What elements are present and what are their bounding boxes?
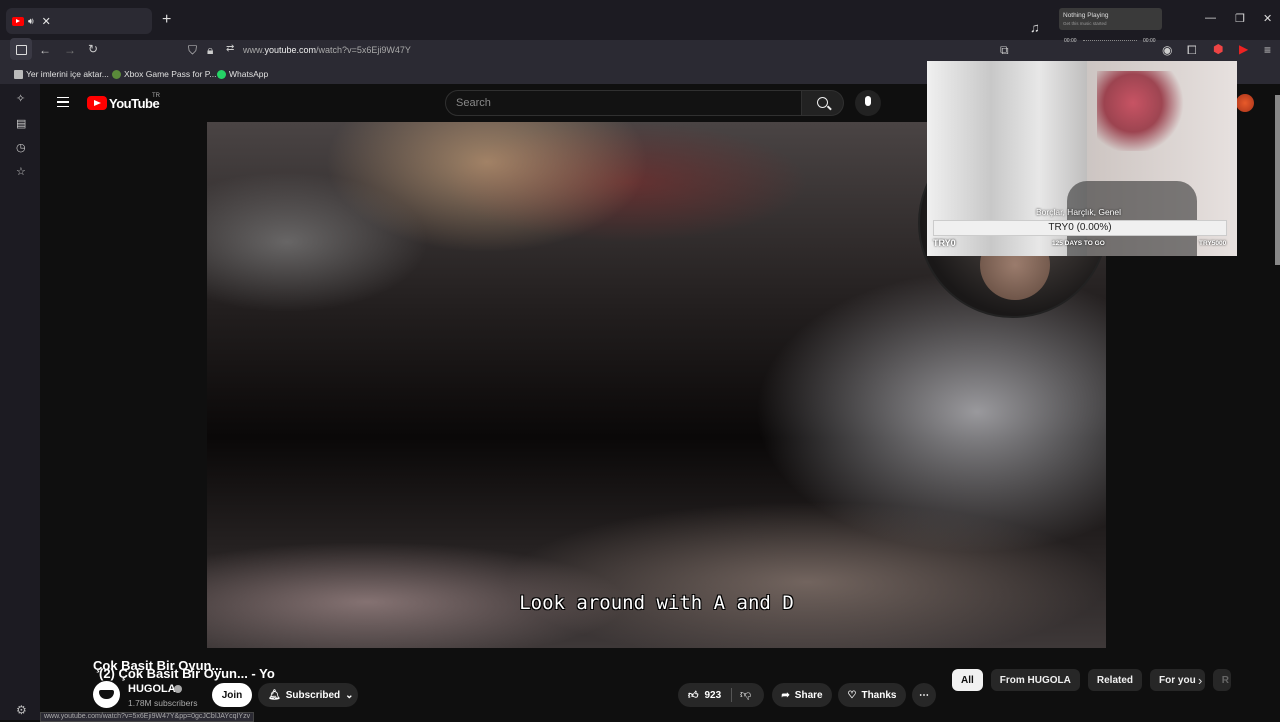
subscribed-label: Subscribed (285, 689, 341, 701)
close-window-icon[interactable]: ✕ (1263, 12, 1272, 25)
menu-icon[interactable]: ≡ (1264, 43, 1271, 57)
page-scrollbar[interactable] (1275, 95, 1280, 265)
restore-icon[interactable]: ❐ (1235, 12, 1245, 25)
bookmark-whatsapp[interactable]: WhatsApp (217, 69, 268, 79)
chip-for-you[interactable]: For you (1150, 669, 1205, 691)
music-note-icon[interactable]: ♫ (1030, 20, 1040, 35)
video-title: Çok Basit Bir Oyun... (93, 658, 223, 673)
chip-cut-off[interactable]: R (1212, 669, 1231, 691)
bookmark-label: WhatsApp (229, 69, 269, 79)
browser-tab-youtube[interactable]: 🔊︎ (2) Çok Basit Bir Oyun... - Yo ✕ (6, 8, 275, 681)
channel-name[interactable]: HUGOLA (128, 683, 176, 695)
dislike-button[interactable]: 👎︎ (740, 688, 751, 701)
music-progress-bar[interactable] (1083, 40, 1137, 42)
like-count: 923 (704, 689, 722, 701)
chip-related[interactable]: Related (1087, 669, 1143, 691)
bookmark-label: Xbox Game Pass for P... (124, 69, 217, 79)
channel-avatar[interactable] (93, 681, 120, 708)
tab-close-icon[interactable]: ✕ (42, 15, 51, 28)
url-domain: youtube.com (264, 45, 317, 55)
youtube-logo-icon[interactable] (87, 96, 107, 110)
music-widget[interactable]: Nothing Playing Get this music started (1059, 8, 1162, 30)
ai-sparkle-icon[interactable]: ✧ (16, 92, 25, 105)
xbox-icon (112, 69, 121, 79)
shield-icon[interactable]: ⛉ (188, 43, 197, 58)
donation-goal-bar: TRY0 (0.00%) (933, 220, 1227, 236)
chip-from-channel[interactable]: From HUGOLA (990, 669, 1080, 691)
synced-tabs-icon[interactable]: ▤ (16, 117, 26, 130)
region-code: TR (152, 93, 160, 99)
painting-background (1097, 71, 1187, 151)
sidebar-toggle-icon[interactable] (10, 38, 32, 60)
thanks-icon: ♡ (847, 689, 857, 701)
like-divider (731, 688, 732, 702)
whatsapp-icon (217, 69, 226, 79)
url-prefix: www. (243, 45, 265, 55)
voice-search-icon[interactable] (855, 90, 881, 116)
extensions-icon[interactable]: ⧠ (1187, 43, 1197, 58)
video-subtitle: Look around with A and D (519, 592, 794, 614)
youtube-addon-icon[interactable]: ▶ (1239, 42, 1248, 56)
import-icon (14, 69, 23, 79)
user-avatar[interactable] (1236, 94, 1254, 112)
account-icon[interactable]: ◉ (1162, 43, 1172, 57)
reload-icon[interactable]: ↻ (88, 42, 98, 56)
permissions-icon[interactable]: ⇄ (226, 43, 234, 54)
settings-gear-icon[interactable]: ⚙ (16, 703, 27, 717)
donation-goal-target: TRY5000 (1199, 240, 1227, 247)
share-label: Share (794, 689, 823, 701)
youtube-favicon-icon (12, 16, 24, 26)
forward-icon[interactable]: → (64, 43, 76, 57)
chip-all[interactable]: All (952, 669, 983, 691)
thumbs-up-icon: 👍︎ (688, 690, 699, 701)
donation-goal-current: TRY0 (933, 238, 956, 248)
hamburger-menu-icon[interactable] (57, 97, 69, 107)
subscribed-button[interactable]: 🔔︎ Subscribed ⌄ (258, 683, 358, 707)
search-button[interactable] (802, 90, 844, 116)
picture-in-picture-icon[interactable]: ⧉ (1000, 43, 1009, 58)
speaker-icon[interactable]: 🔊︎ (28, 16, 34, 27)
back-icon[interactable]: ← (39, 43, 51, 57)
join-button[interactable]: Join (212, 683, 252, 707)
bell-icon: 🔔︎ (268, 689, 281, 701)
url-bar[interactable]: www.youtube.com/watch?v=5x6Eji9W47Y (243, 45, 411, 55)
search-input[interactable]: Search (445, 90, 802, 116)
bookmarks-star-icon[interactable]: ☆ (16, 165, 26, 178)
url-path: /watch?v=5x6Eji9W47Y (316, 45, 411, 55)
minimize-icon[interactable]: — (1205, 12, 1216, 24)
more-actions-button[interactable]: ⋯ (912, 683, 936, 707)
history-icon[interactable]: ◷ (16, 141, 26, 154)
share-button[interactable]: ➦ Share (772, 683, 832, 707)
addon-icon[interactable]: ⬢ (1213, 42, 1223, 56)
bookmark-import[interactable]: Yer imlerini içe aktar... (14, 69, 109, 79)
verified-icon (174, 685, 182, 693)
chevron-right-icon[interactable]: › (1198, 673, 1202, 688)
chevron-down-icon: ⌄ (345, 689, 354, 701)
browser-sidebar: ✧ ▤ ◷ ☆ (0, 84, 40, 720)
music-title: Nothing Playing (1063, 12, 1109, 19)
bookmark-label: Yer imlerini içe aktar... (26, 69, 109, 79)
donation-goal-title: Borçlar, Harçlık, Genel (1036, 207, 1122, 217)
share-icon: ➦ (781, 689, 790, 701)
status-url: www.youtube.com/watch?v=5x6Eji9W47Y&pp=0… (40, 712, 255, 722)
thanks-button[interactable]: ♡ Thanks (838, 683, 906, 707)
new-tab-button[interactable]: + (162, 11, 171, 29)
thanks-label: Thanks (861, 689, 897, 701)
music-subtitle: Get this music started (1063, 21, 1107, 26)
related-chips: All From HUGOLA Related For you R (952, 669, 1231, 693)
music-time-end: 00:00 (1143, 38, 1156, 44)
bookmark-xbox[interactable]: Xbox Game Pass for P... (112, 69, 216, 79)
music-time-start: 00:00 (1064, 38, 1077, 44)
subscriber-count: 1.78M subscribers (128, 698, 198, 708)
donation-goal-days: 125 DAYS TO GO (1052, 240, 1105, 247)
lock-icon[interactable]: 🔒︎ (207, 43, 213, 58)
